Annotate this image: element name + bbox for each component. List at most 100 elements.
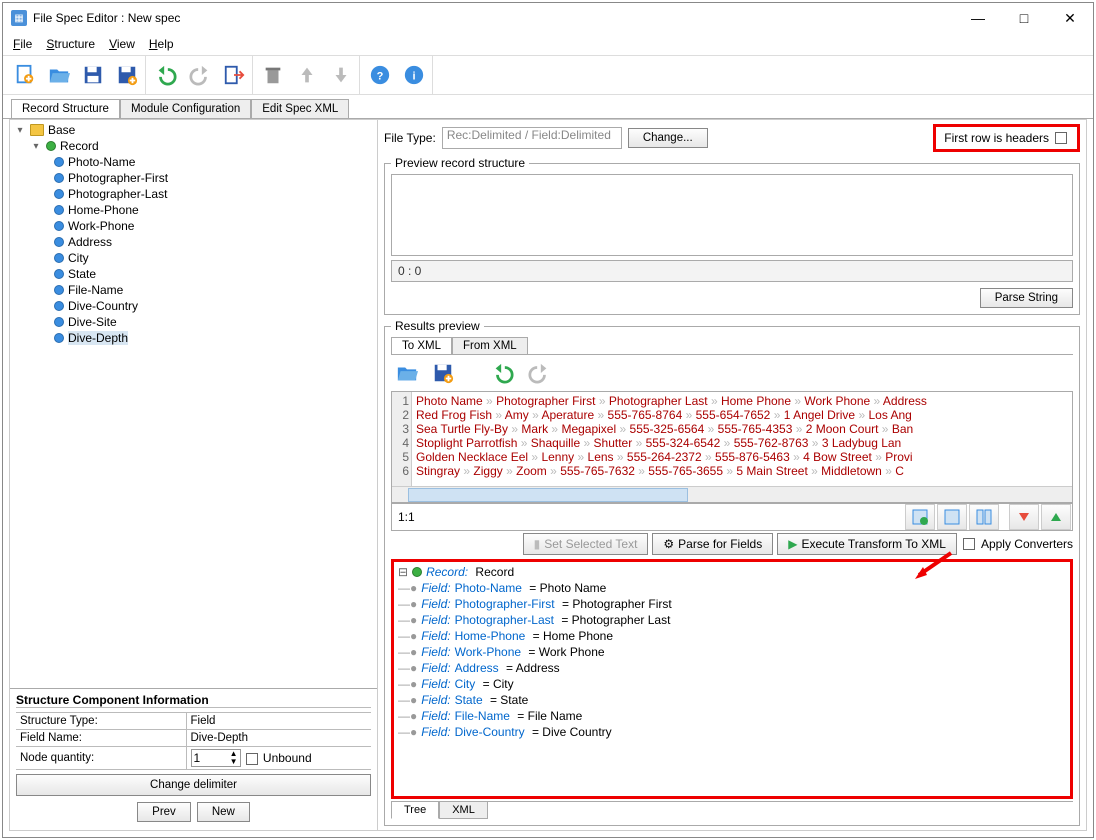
tab-edit-spec-xml[interactable]: Edit Spec XML	[251, 99, 349, 118]
ft-field-row[interactable]: —● Field: Home-Phone = Home Phone	[398, 628, 1066, 644]
sci-structure-type-label: Structure Type:	[16, 713, 186, 730]
ft-field-row[interactable]: —● Field: Photo-Name = Photo Name	[398, 580, 1066, 596]
redo-icon[interactable]	[188, 63, 212, 87]
info-icon[interactable]: i	[402, 63, 426, 87]
undo-result-icon[interactable]	[491, 361, 515, 385]
ft-field-row[interactable]: —● Field: Photographer-First = Photograp…	[398, 596, 1066, 612]
record-icon	[412, 567, 422, 577]
menu-file[interactable]: File	[13, 37, 32, 51]
prev-button[interactable]: Prev	[137, 802, 191, 822]
field-icon	[54, 205, 64, 215]
ft-field-row[interactable]: —● Field: Dive-Country = Dive Country	[398, 724, 1066, 740]
tree-field-state[interactable]: State	[14, 266, 373, 282]
exit-icon[interactable]	[222, 63, 246, 87]
first-row-headers-checkbox[interactable]	[1055, 132, 1067, 144]
tree-field-dive-country[interactable]: Dive-Country	[14, 298, 373, 314]
tab-xml[interactable]: XML	[439, 802, 488, 819]
menu-help[interactable]: Help	[149, 37, 174, 51]
nav-down-icon[interactable]	[1009, 504, 1039, 530]
delete-icon[interactable]	[261, 63, 285, 87]
field-icon	[54, 189, 64, 199]
unbound-checkbox[interactable]	[246, 753, 258, 765]
file-type-field: Rec:Delimited / Field:Delimited	[442, 127, 622, 149]
view-mode-3-icon[interactable]	[969, 504, 999, 530]
structure-tree[interactable]: ▾Base ▾Record Photo-NamePhotographer-Fir…	[10, 120, 377, 688]
code-line[interactable]: Sea Turtle Fly-By » Mark » Megapixel » 5…	[416, 422, 1072, 436]
redo-result-icon[interactable]	[527, 361, 551, 385]
ft-field-row[interactable]: —● Field: State = State	[398, 692, 1066, 708]
save-as-icon[interactable]	[115, 63, 139, 87]
tree-field-photographer-last[interactable]: Photographer-Last	[14, 186, 373, 202]
view-mode-2-icon[interactable]	[937, 504, 967, 530]
nav-up-icon[interactable]	[1041, 504, 1071, 530]
code-line[interactable]: Golden Necklace Eel » Lenny » Lens » 555…	[416, 450, 1072, 464]
gear-icon: ⚙	[663, 537, 674, 551]
sci-heading: Structure Component Information	[16, 693, 371, 708]
parse-string-button[interactable]: Parse String	[980, 288, 1073, 308]
record-icon	[46, 141, 56, 151]
tree-field-address[interactable]: Address	[14, 234, 373, 250]
sci-node-qty-label: Node quantity:	[16, 747, 186, 770]
node-quantity-stepper[interactable]: 1▲▼	[191, 749, 241, 767]
save-result-icon[interactable]	[431, 361, 455, 385]
code-line[interactable]: Stingray » Ziggy » Zoom » 555-765-7632 »…	[416, 464, 1072, 478]
tab-record-structure[interactable]: Record Structure	[11, 99, 120, 118]
minimize-button[interactable]: —	[955, 3, 1001, 33]
ft-field-row[interactable]: —● Field: Photographer-Last = Photograph…	[398, 612, 1066, 628]
move-down-icon[interactable]	[329, 63, 353, 87]
new-file-icon[interactable]	[13, 63, 37, 87]
code-line[interactable]: Red Frog Fish » Amy » Aperature » 555-76…	[416, 408, 1072, 422]
ft-field-row[interactable]: —● Field: Address = Address	[398, 660, 1066, 676]
field-icon	[54, 237, 64, 247]
tree-field-photographer-first[interactable]: Photographer-First	[14, 170, 373, 186]
unbound-label: Unbound	[263, 751, 312, 765]
ft-field-row[interactable]: —● Field: File-Name = File Name	[398, 708, 1066, 724]
sci-field-name-label: Field Name:	[16, 730, 186, 747]
open-file-icon[interactable]	[47, 63, 71, 87]
apply-converters-checkbox[interactable]	[963, 538, 975, 550]
undo-icon[interactable]	[154, 63, 178, 87]
code-line[interactable]: Photo Name » Photographer First » Photog…	[416, 394, 1072, 408]
field-icon	[54, 333, 64, 343]
view-mode-1-icon[interactable]	[905, 504, 935, 530]
file-type-label: File Type:	[384, 131, 436, 145]
close-button[interactable]: ✕	[1047, 3, 1093, 33]
set-selected-text-button[interactable]: ▮Set Selected Text	[523, 533, 649, 555]
tab-module-config[interactable]: Module Configuration	[120, 99, 251, 118]
tree-field-home-phone[interactable]: Home-Phone	[14, 202, 373, 218]
field-mapping-tree[interactable]: ⊟ Record: Record —● Field: Photo-Name = …	[394, 562, 1070, 796]
tree-field-dive-depth[interactable]: Dive-Depth	[14, 330, 373, 346]
change-delimiter-button[interactable]: Change delimiter	[16, 774, 371, 796]
change-button[interactable]: Change...	[628, 128, 708, 148]
ft-record-row[interactable]: ⊟ Record: Record	[398, 564, 1066, 580]
horizontal-scrollbar[interactable]	[392, 486, 1072, 502]
parse-for-fields-button[interactable]: ⚙Parse for Fields	[652, 533, 773, 555]
tab-from-xml[interactable]: From XML	[452, 337, 528, 354]
menu-structure[interactable]: Structure	[46, 37, 95, 51]
help-icon[interactable]: ?	[368, 63, 392, 87]
menu-view[interactable]: View	[109, 37, 135, 51]
ft-field-row[interactable]: —● Field: City = City	[398, 676, 1066, 692]
tab-tree[interactable]: Tree	[391, 802, 439, 819]
preview-textarea[interactable]	[391, 174, 1073, 256]
code-line[interactable]: Stoplight Parrotfish » Shaquille » Shutt…	[416, 436, 1072, 450]
new-button[interactable]: New	[197, 802, 250, 822]
maximize-button[interactable]: □	[1001, 3, 1047, 33]
tab-to-xml[interactable]: To XML	[391, 337, 452, 354]
save-icon[interactable]	[81, 63, 105, 87]
open-result-icon[interactable]	[395, 361, 419, 385]
tree-field-dive-site[interactable]: Dive-Site	[14, 314, 373, 330]
sci-structure-type-value: Field	[186, 713, 371, 730]
field-icon	[54, 221, 64, 231]
tree-field-work-phone[interactable]: Work-Phone	[14, 218, 373, 234]
code-editor[interactable]: 123456 Photo Name » Photographer First »…	[391, 391, 1073, 503]
field-icon	[54, 157, 64, 167]
ft-field-row[interactable]: —● Field: Work-Phone = Work Phone	[398, 644, 1066, 660]
execute-transform-button[interactable]: ▶Execute Transform To XML	[777, 533, 957, 555]
move-up-icon[interactable]	[295, 63, 319, 87]
field-icon	[54, 173, 64, 183]
tree-field-photo-name[interactable]: Photo-Name	[14, 154, 373, 170]
field-icon	[54, 301, 64, 311]
tree-field-file-name[interactable]: File-Name	[14, 282, 373, 298]
tree-field-city[interactable]: City	[14, 250, 373, 266]
